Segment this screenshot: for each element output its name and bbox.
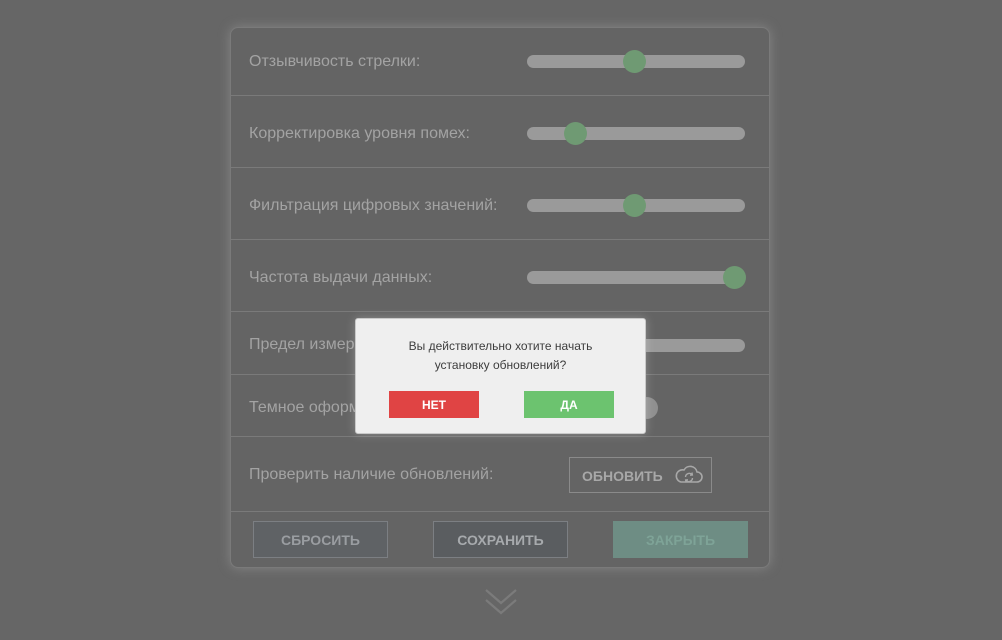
arrow-responsiveness-slider[interactable] — [527, 50, 745, 73]
yes-button[interactable]: ДА — [524, 391, 614, 418]
digital-filtering-slider[interactable] — [527, 194, 745, 217]
slider-thumb[interactable] — [622, 50, 646, 73]
dialog-message: Вы действительно хотите начать установку… — [356, 337, 645, 375]
setting-row-digital-filtering: Фильтрация цифровых значений: — [231, 168, 769, 240]
update-button[interactable]: ОБНОВИТЬ — [569, 457, 712, 493]
setting-label: Предел измер — [249, 336, 355, 353]
setting-row-data-rate: Частота выдачи данных: — [231, 240, 769, 312]
slider-thumb[interactable] — [723, 266, 747, 289]
update-button-label: ОБНОВИТЬ — [582, 468, 663, 484]
confirm-update-dialog: Вы действительно хотите начать установку… — [355, 318, 646, 434]
setting-label: Корректировка уровня помех: — [249, 125, 470, 142]
setting-row-noise-correction: Корректировка уровня помех: — [231, 96, 769, 168]
update-label: Проверить наличие обновлений: — [249, 466, 494, 483]
setting-row-arrow-responsiveness: Отзывчивость стрелки: — [231, 28, 769, 96]
data-rate-slider[interactable] — [527, 266, 747, 289]
slider-thumb[interactable] — [563, 122, 587, 145]
setting-label: Частота выдачи данных: — [249, 269, 433, 286]
settings-panel: Отзывчивость стрелки: Корректировка уров… — [230, 27, 770, 568]
setting-label: Темное оформ — [249, 399, 360, 416]
no-button[interactable]: НЕТ — [389, 391, 479, 418]
setting-label: Отзывчивость стрелки: — [249, 53, 421, 70]
save-button[interactable]: СОХРАНИТЬ — [433, 521, 568, 558]
dialog-message-line-1: Вы действительно хотите начать — [408, 339, 593, 353]
dialog-message-line-2: установку обновлений? — [434, 358, 567, 372]
reset-button[interactable]: СБРОСИТЬ — [253, 521, 388, 558]
slider-thumb[interactable] — [622, 194, 646, 217]
cloud-refresh-icon — [675, 465, 703, 483]
close-button[interactable]: ЗАКРЫТЬ — [613, 521, 748, 558]
setting-label: Фильтрация цифровых значений: — [249, 197, 498, 214]
double-chevron-down-icon[interactable] — [484, 587, 518, 617]
noise-correction-slider[interactable] — [527, 122, 745, 145]
screen: Отзывчивость стрелки: Корректировка уров… — [0, 0, 1002, 640]
